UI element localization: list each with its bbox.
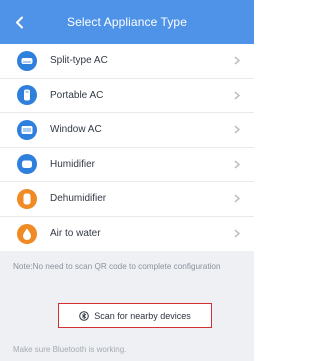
portable-ac-icon [17, 85, 37, 106]
dehumidifier-icon [17, 188, 37, 209]
back-button[interactable] [10, 12, 28, 32]
chevron-right-icon [232, 158, 242, 170]
window-ac-icon [17, 119, 37, 140]
appliance-item-window-ac[interactable]: Window AC [0, 113, 254, 148]
scan-button-label: Scan for nearby devices [94, 310, 191, 321]
chevron-right-icon [232, 55, 242, 67]
air-to-water-icon [17, 223, 37, 244]
screen: Select Appliance Type Split-type AC Port… [0, 0, 254, 361]
humidifier-icon [17, 154, 37, 175]
appliance-label: Split-type AC [50, 55, 108, 67]
configuration-note: Note:No need to scan QR code to complete… [0, 255, 254, 293]
appliance-item-air-to-water[interactable]: Air to water [0, 217, 254, 252]
appliance-label: Portable AC [50, 89, 104, 101]
chevron-left-icon [15, 16, 23, 28]
chevron-right-icon [232, 193, 242, 205]
bluetooth-hint: Make sure Bluetooth is working. [0, 337, 254, 361]
chevron-right-icon [232, 228, 242, 240]
bluetooth-scan-icon [79, 310, 90, 321]
split-ac-icon [17, 50, 37, 71]
scan-nearby-devices-button[interactable]: Scan for nearby devices [58, 303, 212, 328]
page-title: Select Appliance Type [67, 15, 187, 29]
appliance-label: Humidifier [50, 158, 96, 170]
appliance-label: Dehumidifier [50, 193, 107, 205]
appliance-label: Window AC [50, 124, 102, 136]
chevron-right-icon [232, 124, 242, 136]
appliance-item-portable-ac[interactable]: Portable AC [0, 79, 254, 113]
appliance-list: Split-type AC Portable AC Window AC Humi… [0, 44, 254, 251]
chevron-right-icon [232, 89, 242, 101]
header-bar: Select Appliance Type [0, 0, 254, 44]
appliance-label: Air to water [50, 228, 101, 240]
appliance-item-humidifier[interactable]: Humidifier [0, 148, 254, 182]
appliance-item-split-ac[interactable]: Split-type AC [0, 44, 254, 79]
appliance-item-dehumidifier[interactable]: Dehumidifier [0, 182, 254, 217]
